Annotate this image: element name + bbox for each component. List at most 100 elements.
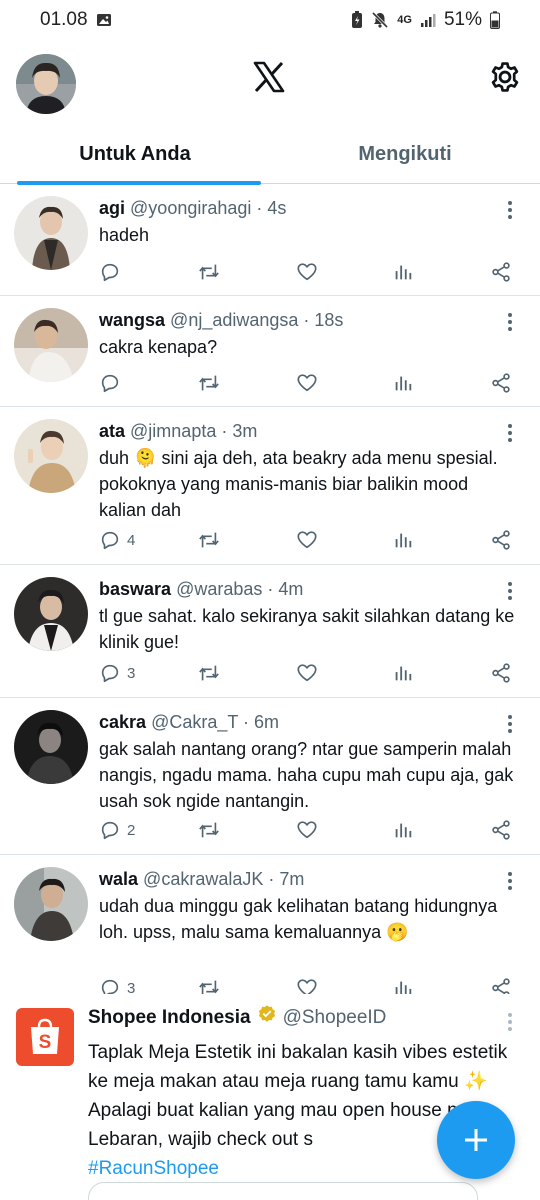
like-button[interactable] [295,662,355,684]
compose-button[interactable] [437,1101,515,1179]
like-button[interactable] [295,372,355,394]
tweet-author-name[interactable]: ata [99,421,125,441]
more-options-icon[interactable] [506,581,514,601]
tweet-author-name[interactable]: wala [99,869,138,889]
views-icon [395,823,412,838]
tweet[interactable]: agi @yoongirahagi · 4s hadeh [0,184,540,296]
tweet-text: tl gue sahat. kalo sekiranya sakit silah… [99,606,515,652]
avatar[interactable] [14,577,88,651]
like-button[interactable] [295,261,355,283]
repost-button[interactable] [197,372,257,394]
gear-icon[interactable] [488,60,522,99]
views-button[interactable] [392,261,452,283]
like-button[interactable] [295,529,355,551]
reply-button[interactable] [99,261,159,283]
reply-button[interactable]: 4 [99,529,159,551]
views-icon [395,265,412,280]
share-button[interactable] [490,662,512,684]
battery-percent: 51% [443,9,482,30]
status-bar: 01.08 4G 51% [0,0,540,40]
heart-icon [296,531,317,549]
tweet-handle[interactable]: @nj_adiwangsa · 18s [170,310,343,330]
avatar[interactable] [14,867,88,941]
share-icon [492,262,510,282]
views-button[interactable] [392,819,452,841]
tweet-author-name[interactable]: wangsa [99,310,165,330]
tweet[interactable]: wala @cakrawalaJK · 7m udah dua minggu g… [0,855,540,1015]
verified-badge-icon [257,1004,277,1032]
tab-following[interactable]: Mengikuti [270,124,540,184]
avatar[interactable] [14,308,88,382]
promo-media-card[interactable] [88,1182,478,1200]
share-button[interactable] [490,261,512,283]
share-icon [492,820,510,840]
reply-icon [101,664,119,683]
tweet[interactable]: cakra @Cakra_T · 6m gak salah nantang or… [0,698,540,855]
share-icon [492,663,510,683]
shopee-logo[interactable]: S [16,1008,74,1066]
views-icon [395,376,412,391]
promo-handle[interactable]: @ShopeeID [283,1005,387,1031]
reply-count: 2 [127,821,136,839]
tweet-actions [99,370,512,396]
more-options-icon[interactable] [506,714,514,734]
tweet-body: wangsa @nj_adiwangsa · 18s cakra kenapa? [99,308,520,360]
more-options-icon[interactable] [506,200,514,220]
more-options-icon[interactable] [506,312,514,332]
tweet-author-name[interactable]: baswara [99,579,171,599]
tweet-author-name[interactable]: agi [99,198,125,218]
tweet-actions: 4 [99,527,512,553]
tweet-body: cakra @Cakra_T · 6m gak salah nantang or… [99,710,520,814]
like-button[interactable] [295,819,355,841]
heart-icon [296,664,317,682]
tweet-author-name[interactable]: cakra [99,712,146,732]
tweet-handle[interactable]: @yoongirahagi · 4s [130,198,286,218]
more-options-icon[interactable] [506,423,514,443]
reply-button[interactable]: 2 [99,819,159,841]
tweet-text: cakra kenapa? [99,337,218,357]
share-button[interactable] [490,819,512,841]
tweet-handle[interactable]: @warabas · 4m [176,579,303,599]
tab-for-you[interactable]: Untuk Anda [0,124,270,185]
promo-hashtag[interactable]: #RacunShopee [88,1158,219,1179]
share-button[interactable] [490,529,512,551]
repost-icon [198,822,219,838]
more-options-icon[interactable] [506,871,514,891]
share-button[interactable] [490,372,512,394]
tweet-body: wala @cakrawalaJK · 7m udah dua minggu g… [99,867,520,945]
repost-button[interactable] [197,819,257,841]
status-time: 01.08 [40,9,88,30]
reply-count: 3 [127,664,136,682]
tweet-text: duh 🫠 sini aja deh, ata beakry ada menu … [99,448,498,520]
reply-icon [101,263,119,282]
views-button[interactable] [392,529,452,551]
tweet-handle[interactable]: @cakrawalaJK · 7m [143,869,304,889]
tweet-handle[interactable]: @jimnapta · 3m [130,421,257,441]
views-button[interactable] [392,372,452,394]
network-type-label: 4G [397,14,412,26]
repost-icon [198,264,219,280]
tweet[interactable]: ata @jimnapta · 3m duh 🫠 sini aja deh, a… [0,407,540,565]
top-header [0,48,540,120]
tweet-handle[interactable]: @Cakra_T · 6m [151,712,279,732]
tweet[interactable]: wangsa @nj_adiwangsa · 18s cakra kenapa? [0,296,540,407]
plus-icon [465,1129,487,1151]
profile-avatar[interactable] [16,54,76,114]
mute-icon [371,11,389,29]
reply-button[interactable] [99,372,159,394]
reply-count: 4 [127,531,136,549]
reply-button[interactable]: 3 [99,662,159,684]
repost-button[interactable] [197,529,257,551]
avatar[interactable] [14,710,88,784]
repost-button[interactable] [197,261,257,283]
reply-icon [101,821,119,840]
promo-author-name[interactable]: Shopee Indonesia [88,1005,251,1031]
repost-button[interactable] [197,662,257,684]
svg-text:S: S [39,1032,52,1053]
x-logo-icon[interactable] [252,60,286,99]
views-button[interactable] [392,662,452,684]
avatar[interactable] [14,196,88,270]
more-options-icon[interactable] [506,1012,514,1032]
avatar[interactable] [14,419,88,493]
tweet[interactable]: baswara @warabas · 4m tl gue sahat. kalo… [0,565,540,698]
